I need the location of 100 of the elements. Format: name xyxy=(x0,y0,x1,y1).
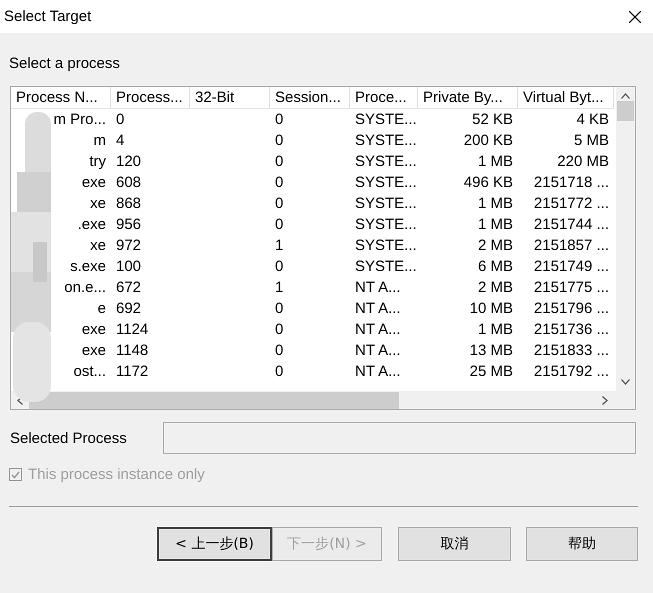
table-cell: 52 KB xyxy=(472,111,513,128)
scroll-thumb[interactable] xyxy=(29,392,399,408)
table-cell: 2151857 ... xyxy=(534,237,609,254)
table-cell: 0 xyxy=(275,342,284,359)
horizontal-scrollbar[interactable] xyxy=(11,391,616,409)
table-cell: ost... xyxy=(73,363,106,380)
column-header[interactable]: Session... xyxy=(270,87,350,109)
table-cell: 1 xyxy=(275,279,284,296)
table-cell: s.exe xyxy=(70,258,106,275)
table-cell: 0 xyxy=(275,300,284,317)
table-cell: 672 xyxy=(116,279,142,296)
table-cell: 1172 xyxy=(116,363,148,380)
table-cell: 0 xyxy=(116,111,124,128)
table-cell: 608 xyxy=(116,174,142,191)
table-cell: 6 MB xyxy=(478,258,513,275)
table-cell: SYSTE... xyxy=(355,237,417,254)
wizard-button[interactable]: 帮助 xyxy=(526,527,638,561)
table-cell: xe xyxy=(90,195,106,212)
table-cell: .exe xyxy=(78,216,106,233)
table-cell: 0 xyxy=(275,363,284,380)
wizard-button[interactable]: < 上一步(B) xyxy=(157,527,272,561)
table-cell: 1 xyxy=(275,237,284,254)
table-cell: 0 xyxy=(275,153,284,170)
table-cell: 13 MB xyxy=(470,342,513,359)
column-header[interactable]: Private By... xyxy=(418,87,518,109)
table-cell: 0 xyxy=(275,216,284,233)
table-cell: 0 xyxy=(275,111,284,128)
table-cell: SYSTE... xyxy=(355,111,417,128)
table-cell: xe xyxy=(90,237,106,254)
column-header[interactable]: Proce... xyxy=(350,87,418,109)
process-list[interactable] xyxy=(10,86,636,410)
table-cell: 120 xyxy=(116,153,142,170)
close-icon[interactable] xyxy=(629,10,641,22)
table-cell: 4 xyxy=(116,132,124,149)
table-cell: 25 MB xyxy=(470,363,513,380)
column-header[interactable]: Virtual Byt... xyxy=(518,87,614,109)
vertical-scrollbar[interactable] xyxy=(616,87,635,391)
scroll-thumb[interactable] xyxy=(617,101,634,121)
table-cell: 1148 xyxy=(116,342,148,359)
table-cell: 972 xyxy=(116,237,142,254)
table-cell: 496 KB xyxy=(464,174,513,191)
table-cell: 4 KB xyxy=(576,111,609,128)
scroll-up-icon[interactable] xyxy=(621,93,630,99)
table-cell: 2151772 ... xyxy=(534,195,609,212)
table-cell: SYSTE... xyxy=(355,195,417,212)
table-cell: 10 MB xyxy=(470,300,513,317)
table-cell: 0 xyxy=(275,174,284,191)
table-cell: 200 KB xyxy=(464,132,513,149)
table-cell: on.e... xyxy=(64,279,106,296)
table-cell: exe xyxy=(82,342,106,359)
scroll-down-icon[interactable] xyxy=(621,379,630,385)
scroll-right-icon[interactable] xyxy=(602,396,608,404)
table-cell: e xyxy=(98,300,106,317)
table-cell: 2151749 ... xyxy=(534,258,609,275)
selected-process-label: Selected Process xyxy=(10,430,128,446)
table-cell: 100 xyxy=(116,258,142,275)
table-cell: SYSTE... xyxy=(355,258,417,275)
table-cell: 0 xyxy=(275,195,284,212)
table-cell: 956 xyxy=(116,216,142,233)
column-header[interactable]: 32-Bit xyxy=(190,87,270,109)
table-cell: 1 MB xyxy=(478,321,513,338)
table-cell: exe xyxy=(82,321,106,338)
table-cell: NT A... xyxy=(355,321,401,338)
section-heading: Select a process xyxy=(9,55,120,72)
table-cell: 220 MB xyxy=(557,153,609,170)
table-cell: 2151792 ... xyxy=(534,363,609,380)
wizard-button[interactable]: 取消 xyxy=(398,527,511,561)
table-cell: exe xyxy=(82,174,106,191)
table-cell: NT A... xyxy=(355,363,401,380)
column-header[interactable]: Process N... xyxy=(11,87,111,109)
table-cell: SYSTE... xyxy=(355,132,417,149)
window-title: Select Target xyxy=(4,8,92,25)
table-cell: NT A... xyxy=(355,342,401,359)
table-cell: 692 xyxy=(116,300,142,317)
table-cell: 868 xyxy=(116,195,142,212)
table-cell: 0 xyxy=(275,321,284,338)
table-cell: 0 xyxy=(275,132,284,149)
table-cell: 2151775 ... xyxy=(534,279,609,296)
table-cell: 2151833 ... xyxy=(534,342,609,359)
table-cell: NT A... xyxy=(355,300,401,317)
table-cell: SYSTE... xyxy=(355,216,417,233)
table-cell: 1124 xyxy=(116,321,148,338)
table-cell: 5 MB xyxy=(574,132,609,149)
table-cell: 2151718 ... xyxy=(534,174,609,191)
table-cell: m Pro... xyxy=(53,111,106,128)
table-cell: m xyxy=(94,132,106,149)
table-cell: try xyxy=(89,153,106,170)
table-cell: 1 MB xyxy=(478,153,513,170)
table-cell: 2151744 ... xyxy=(534,216,609,233)
table-cell: SYSTE... xyxy=(355,174,417,191)
table-cell: NT A... xyxy=(355,279,401,296)
table-cell: 1 MB xyxy=(478,216,513,233)
table-cell: 1 MB xyxy=(478,195,513,212)
table-cell: 2151796 ... xyxy=(534,300,609,317)
table-cell: 0 xyxy=(275,258,284,275)
column-header[interactable]: Process... xyxy=(111,87,190,109)
table-cell: SYSTE... xyxy=(355,153,417,170)
selected-process-field[interactable] xyxy=(163,422,636,454)
table-cell: 2 MB xyxy=(478,279,513,296)
table-cell: 2 MB xyxy=(478,237,513,254)
